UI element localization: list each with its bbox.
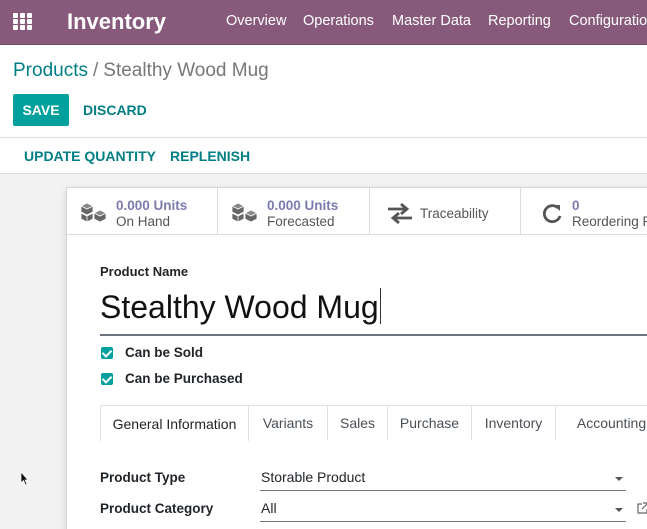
breadcrumb-separator: / [92, 60, 99, 81]
on-hand-button[interactable]: 0.000 Units On Hand [67, 188, 218, 235]
product-category-label: Product Category [100, 501, 214, 516]
traceability-button[interactable]: Traceability [370, 188, 521, 235]
chevron-down-icon [615, 508, 623, 512]
tab-sales[interactable]: Sales [327, 405, 388, 440]
tab-general-information[interactable]: General Information [100, 405, 249, 441]
chevron-down-icon [615, 477, 623, 481]
tab-inventory[interactable]: Inventory [471, 405, 556, 440]
traceability-label: Traceability [420, 206, 489, 221]
product-name-input[interactable]: Stealthy Wood Mug [100, 286, 647, 336]
notebook-tabs: General Information Variants Sales Purch… [100, 405, 647, 441]
product-type-select[interactable]: Storable Product [260, 469, 626, 491]
forecasted-label: Forecasted [267, 214, 335, 229]
menu-overview[interactable]: Overview [226, 13, 286, 29]
product-type-label: Product Type [100, 470, 186, 485]
product-category-select[interactable]: All [260, 500, 626, 522]
tab-accounting[interactable]: Accounting [555, 405, 647, 440]
can-be-sold-checkbox[interactable] [101, 346, 113, 359]
discard-button[interactable]: DISCARD [83, 102, 147, 118]
form-sheet: 0.000 Units On Hand 0.000 Units Forecast… [66, 187, 647, 529]
can-be-purchased-row: Can be Purchased [101, 371, 243, 386]
forecasted-value: 0.000 Units [267, 198, 339, 213]
mouse-pointer-icon [20, 471, 29, 486]
replenish-button[interactable]: REPLENISH [170, 148, 250, 164]
tab-purchase[interactable]: Purchase [387, 405, 472, 440]
menu-operations[interactable]: Operations [303, 13, 374, 29]
on-hand-label: On Hand [116, 214, 171, 229]
breadcrumb: Products / Stealthy Wood Mug [13, 60, 269, 82]
reordering-label: Reordering Rules [572, 214, 647, 229]
can-be-sold-label: Can be Sold [125, 345, 204, 360]
refresh-icon [542, 204, 562, 224]
breadcrumb-products-link[interactable]: Products [13, 60, 88, 81]
forecasted-button[interactable]: 0.000 Units Forecasted [218, 188, 370, 235]
breadcrumb-current: Stealthy Wood Mug [103, 60, 269, 81]
product-name-value: Stealthy Wood Mug [100, 289, 379, 325]
can-be-sold-row: Can be Sold [101, 345, 203, 360]
menu-configuration[interactable]: Configuration [569, 13, 647, 29]
text-caret [379, 288, 382, 324]
control-panel: Products / Stealthy Wood Mug SAVE DISCARD [0, 45, 647, 138]
save-button[interactable]: SAVE [13, 94, 69, 126]
menu-reporting[interactable]: Reporting [488, 13, 551, 29]
cubes-icon [231, 202, 258, 223]
cubes-icon [80, 202, 107, 223]
exchange-arrows-icon [388, 202, 412, 224]
smart-button-box: 0.000 Units On Hand 0.000 Units Forecast… [67, 188, 647, 235]
reordering-value: 0 [572, 198, 580, 213]
menu-master-data[interactable]: Master Data [392, 13, 471, 29]
external-link-icon[interactable] [636, 502, 647, 515]
app-title[interactable]: Inventory [67, 9, 166, 35]
product-type-value: Storable Product [261, 469, 366, 485]
can-be-purchased-checkbox[interactable] [101, 372, 113, 385]
product-category-value: All [261, 500, 277, 516]
apps-grid-icon[interactable] [13, 13, 33, 31]
update-quantity-button[interactable]: UPDATE QUANTITY [24, 148, 156, 164]
top-navbar: Inventory Overview Operations Master Dat… [0, 0, 647, 45]
tab-variants[interactable]: Variants [248, 405, 328, 440]
on-hand-value: 0.000 Units [116, 198, 188, 213]
product-name-label: Product Name [100, 264, 189, 279]
statusbar: UPDATE QUANTITY REPLENISH [0, 138, 647, 174]
reordering-rules-button[interactable]: 0 Reordering Rules [521, 188, 647, 235]
can-be-purchased-label: Can be Purchased [125, 371, 243, 386]
